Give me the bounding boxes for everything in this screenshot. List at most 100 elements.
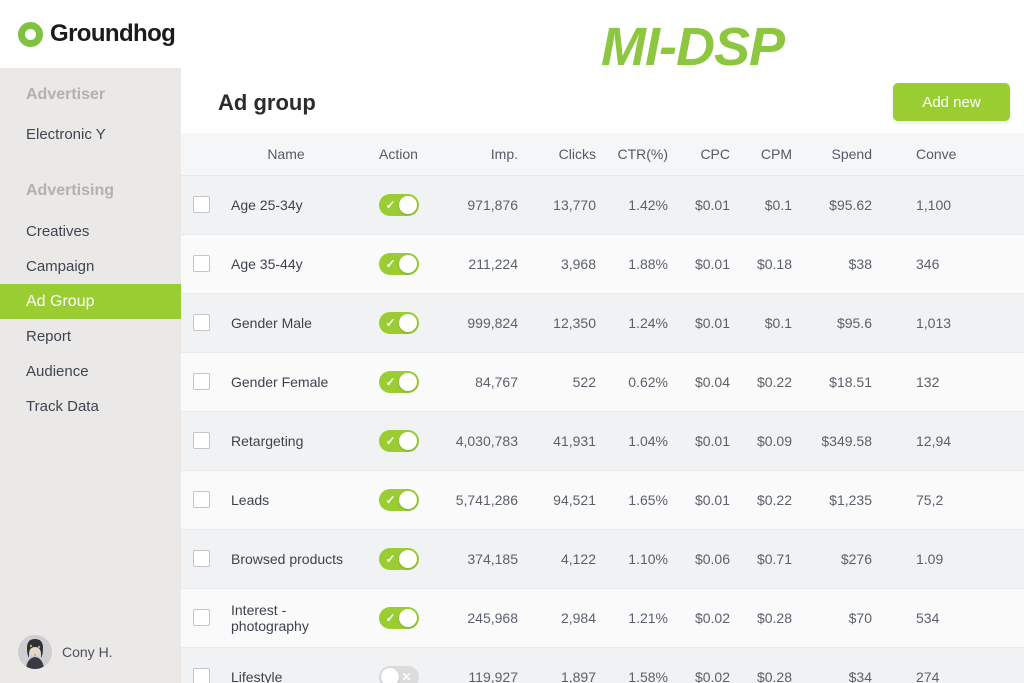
table-row[interactable]: Gender Female ✓ 84,767 522 0.62% $0.04 $0.22 $1… — [181, 352, 1024, 412]
toggle-switch-on[interactable]: ✓ — [378, 606, 419, 629]
sidebar-item-track-data[interactable]: Track Data — [0, 389, 181, 424]
green-ring-icon — [18, 21, 43, 47]
sidebar-item-report[interactable]: Report — [0, 319, 181, 354]
row-cpc: $0.02 — [676, 647, 738, 683]
row-clicks: 1,897 — [526, 647, 604, 683]
th-conversions[interactable]: Conve — [880, 133, 1024, 176]
row-conversions: 75,2 — [880, 470, 1024, 530]
th-clicks[interactable]: Clicks — [526, 133, 604, 176]
row-checkbox[interactable] — [192, 491, 210, 509]
th-name[interactable]: Name — [221, 133, 351, 176]
table-row[interactable]: Leads ✓ 5,741,286 94,521 1.65% $0.01 $0.22 $1,2… — [181, 470, 1024, 530]
table-row[interactable]: Lifestyle ✕ 119,927 1,897 1.58% $0.02 $0.28 $34… — [181, 647, 1024, 683]
toggle-switch-on[interactable]: ✓ — [378, 193, 419, 216]
row-name: Gender Female — [221, 352, 351, 412]
row-impressions: 84,767 — [446, 352, 526, 412]
row-cpc: $0.04 — [676, 352, 738, 412]
row-checkbox[interactable] — [192, 196, 210, 214]
row-checkbox[interactable] — [192, 255, 210, 273]
row-ctr: 1.24% — [604, 293, 676, 353]
row-cpm: $0.1 — [738, 293, 800, 353]
sidebar-item-campaign[interactable]: Campaign — [0, 249, 181, 284]
th-spend[interactable]: Spend — [800, 133, 880, 176]
check-icon: ✓ — [385, 256, 396, 271]
row-checkbox-cell[interactable] — [181, 293, 221, 353]
row-cpm: $0.22 — [738, 352, 800, 412]
row-action-cell[interactable]: ✓ — [351, 293, 446, 353]
row-impressions: 119,927 — [446, 647, 526, 683]
th-action[interactable]: Action — [351, 133, 446, 176]
row-cpc: $0.01 — [676, 234, 738, 294]
row-action-cell[interactable]: ✓ — [351, 411, 446, 471]
app-logo[interactable]: Groundhog — [0, 0, 181, 68]
sidebar-item-electronic-y[interactable]: Electronic Y — [0, 117, 181, 152]
row-name: Leads — [221, 470, 351, 530]
row-cpc: $0.01 — [676, 411, 738, 471]
row-checkbox-cell[interactable] — [181, 352, 221, 412]
row-cpm: $0.71 — [738, 529, 800, 589]
toggle-switch-on[interactable]: ✓ — [378, 547, 419, 570]
row-checkbox-cell[interactable] — [181, 588, 221, 648]
row-conversions: 12,94 — [880, 411, 1024, 471]
check-icon: ✓ — [385, 433, 396, 448]
add-new-button[interactable]: Add new — [893, 83, 1010, 121]
toggle-switch-on[interactable]: ✓ — [378, 311, 419, 334]
toggle-knob — [398, 549, 417, 568]
close-icon: ✕ — [401, 669, 412, 683]
th-imp[interactable]: Imp. — [446, 133, 526, 176]
row-conversions: 1.09 — [880, 529, 1024, 589]
th-cpc[interactable]: CPC — [676, 133, 738, 176]
row-spend: $276 — [800, 529, 880, 589]
sidebar-item-creatives[interactable]: Creatives — [0, 214, 181, 249]
toggle-switch-on[interactable]: ✓ — [378, 252, 419, 275]
row-checkbox[interactable] — [192, 668, 210, 683]
row-action-cell[interactable]: ✓ — [351, 175, 446, 235]
check-icon: ✓ — [385, 551, 396, 566]
table-row[interactable]: Retargeting ✓ 4,030,783 41,931 1.04% $0.01 $0.… — [181, 411, 1024, 471]
table-row[interactable]: Age 35-44y ✓ 211,224 3,968 1.88% $0.01 $0.18 $3… — [181, 234, 1024, 294]
row-cpm: $0.1 — [738, 175, 800, 235]
row-checkbox[interactable] — [192, 550, 210, 568]
sidebar-section-advertiser: Advertiser — [26, 86, 106, 103]
table-row[interactable]: Interest - photography ✓ 245,968 2,984 1.21%… — [181, 588, 1024, 648]
th-ctr[interactable]: CTR(%) — [604, 133, 676, 176]
toggle-switch-on[interactable]: ✓ — [378, 488, 419, 511]
row-checkbox[interactable] — [192, 432, 210, 450]
toggle-knob — [398, 195, 417, 214]
row-action-cell[interactable]: ✓ — [351, 352, 446, 412]
row-cpm: $0.28 — [738, 647, 800, 683]
row-action-cell[interactable]: ✓ — [351, 529, 446, 589]
row-checkbox-cell[interactable] — [181, 529, 221, 589]
row-checkbox-cell[interactable] — [181, 234, 221, 294]
row-action-cell[interactable]: ✓ — [351, 234, 446, 294]
user-profile[interactable]: Cony H. — [0, 635, 181, 669]
toggle-switch-on[interactable]: ✓ — [378, 429, 419, 452]
row-action-cell[interactable]: ✓ — [351, 588, 446, 648]
th-cpm[interactable]: CPM — [738, 133, 800, 176]
table-row[interactable]: Gender Male ✓ 999,824 12,350 1.24% $0.01 $0.1 $… — [181, 293, 1024, 353]
row-checkbox[interactable] — [192, 373, 210, 391]
table-row[interactable]: Age 25-34y ✓ 971,876 13,770 1.42% $0.01 $0.1 $9… — [181, 175, 1024, 235]
row-ctr: 1.65% — [604, 470, 676, 530]
row-checkbox[interactable] — [192, 314, 210, 332]
th-select-all[interactable] — [181, 133, 221, 176]
row-checkbox-cell[interactable] — [181, 175, 221, 235]
sidebar-item-ad-group[interactable]: Ad Group — [0, 284, 181, 319]
row-cpc: $0.01 — [676, 175, 738, 235]
row-checkbox-cell[interactable] — [181, 411, 221, 471]
row-checkbox-cell[interactable] — [181, 647, 221, 683]
toggle-switch-on[interactable]: ✓ — [378, 370, 419, 393]
row-checkbox-cell[interactable] — [181, 470, 221, 530]
sidebar-item-audience[interactable]: Audience — [0, 354, 181, 389]
row-clicks: 94,521 — [526, 470, 604, 530]
toggle-switch-off[interactable]: ✕ — [378, 665, 419, 683]
row-impressions: 374,185 — [446, 529, 526, 589]
toggle-knob — [398, 372, 417, 391]
row-action-cell[interactable]: ✕ — [351, 647, 446, 683]
toggle-knob — [398, 490, 417, 509]
row-name: Browsed products — [221, 529, 351, 589]
row-action-cell[interactable]: ✓ — [351, 470, 446, 530]
logo-text: Groundhog — [50, 20, 176, 47]
table-row[interactable]: Browsed products ✓ 374,185 4,122 1.10% $0.06 $… — [181, 529, 1024, 589]
row-checkbox[interactable] — [192, 609, 210, 627]
